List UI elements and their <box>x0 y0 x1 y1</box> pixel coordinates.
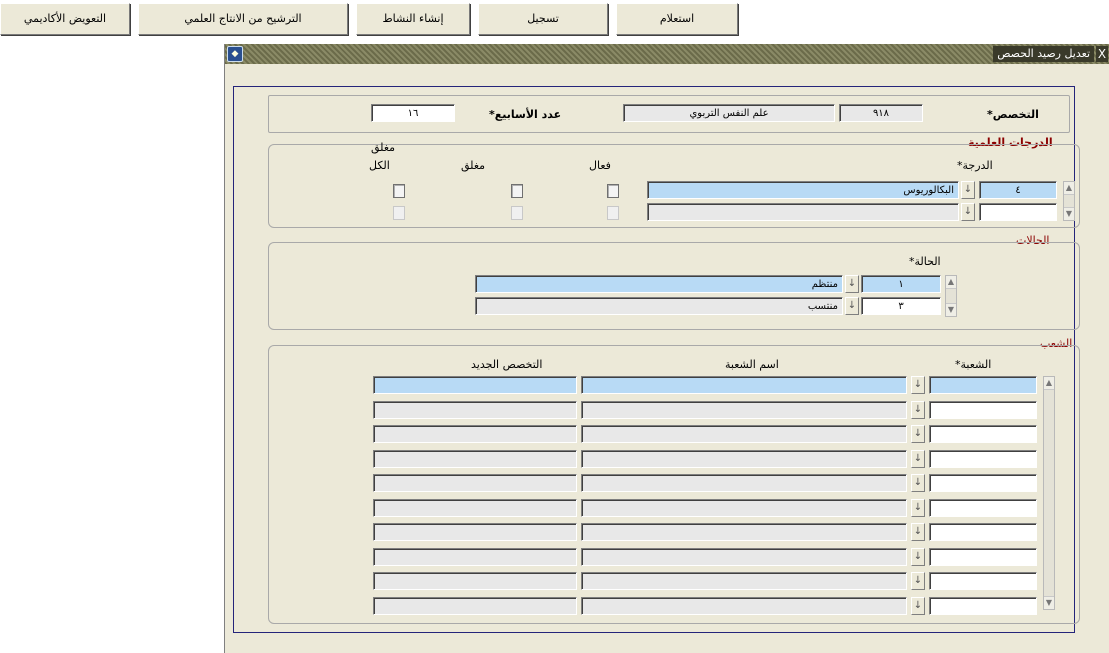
lov-icon[interactable]: ↓ <box>845 275 859 293</box>
lov-icon[interactable]: ↓ <box>911 596 925 615</box>
weeks-field[interactable]: ١٦ <box>371 104 455 122</box>
group-code-field[interactable] <box>929 572 1037 590</box>
group-code-field[interactable] <box>929 596 1037 615</box>
group-name-field <box>581 400 907 419</box>
group-code-field[interactable] <box>929 498 1037 517</box>
group-name-field <box>581 498 907 517</box>
lov-icon[interactable]: ↓ <box>845 297 859 315</box>
group-code-field[interactable] <box>929 474 1037 492</box>
group-name-field <box>581 474 907 492</box>
specialty-name-field: علم النفس التربوي <box>623 104 835 122</box>
new-specialty-field <box>373 547 577 566</box>
group-name-field <box>581 449 907 468</box>
lov-icon[interactable]: ↓ <box>961 181 975 199</box>
new-specialty-field <box>373 498 577 517</box>
lov-icon[interactable]: ↓ <box>911 425 925 443</box>
weeks-label: عدد الأسابيع* <box>489 108 562 121</box>
save-button[interactable]: تسجيل <box>478 3 608 35</box>
status-code-field[interactable]: ١ <box>861 275 941 293</box>
group-code-field[interactable] <box>929 449 1037 468</box>
closed-checkbox[interactable] <box>511 184 523 198</box>
new-specialty-field <box>373 425 577 443</box>
lov-icon[interactable]: ↓ <box>911 572 925 590</box>
groups-panel: الشعبة* اسم الشعبة التخصص الجديد ▲ ▼ ↓ ↓ ↓… <box>268 345 1080 624</box>
status-code-field[interactable]: ٣ <box>861 297 941 315</box>
new-specialty-field <box>373 400 577 419</box>
group-column-label: الشعبة* <box>955 358 992 371</box>
header-panel: التخصص* ٩١٨ علم النفس التربوي عدد الأساب… <box>268 95 1070 133</box>
new-specialty-column-label: التخصص الجديد <box>471 358 543 371</box>
degree-name-field: البكالوريوس <box>647 181 959 199</box>
all-column-label: الكل <box>369 159 390 172</box>
lov-icon[interactable]: ↓ <box>911 523 925 541</box>
group-code-field[interactable] <box>929 376 1037 394</box>
lov-icon[interactable]: ↓ <box>911 400 925 419</box>
lov-icon[interactable]: ↓ <box>961 203 975 221</box>
degree-column-label: الدرجة* <box>957 159 993 172</box>
group-name-field <box>581 572 907 590</box>
new-specialty-field <box>373 523 577 541</box>
group-name-field <box>581 425 907 443</box>
group-code-field[interactable] <box>929 547 1037 566</box>
window-titlebar[interactable]: ◆ تعديل رصيد الحصص X <box>225 44 1109 64</box>
degree-code-field[interactable]: ٤ <box>979 181 1057 199</box>
edit-balance-window: ◆ تعديل رصيد الحصص X التخصص* ٩١٨ علم الن… <box>224 44 1109 653</box>
status-column-label: الحالة* <box>909 255 941 268</box>
active-checkbox[interactable] <box>607 184 619 198</box>
all-checkbox[interactable] <box>393 206 405 220</box>
promotion-nomination-button[interactable]: الترشيح من الانتاج العلمي <box>138 3 348 35</box>
close-icon[interactable]: X <box>1096 46 1108 62</box>
group-code-field[interactable] <box>929 400 1037 419</box>
new-specialty-field <box>373 474 577 492</box>
status-scrollbar[interactable]: ▲ ▼ <box>945 275 957 317</box>
groups-scrollbar[interactable]: ▲ ▼ <box>1043 376 1055 610</box>
degrees-scrollbar[interactable]: ▲ ▼ <box>1063 181 1075 221</box>
lov-icon[interactable]: ↓ <box>911 376 925 394</box>
degree-code-field[interactable] <box>979 203 1057 221</box>
new-specialty-field <box>373 596 577 615</box>
degree-name-field <box>647 203 959 221</box>
status-panel: الحالة* ▲ ▼ ١ ↓ منتظم ٣ ↓ منتسب <box>268 242 1080 330</box>
closed-group-label: مغلق <box>371 141 396 154</box>
specialty-label: التخصص* <box>987 108 1039 121</box>
group-code-field[interactable] <box>929 523 1037 541</box>
lov-icon[interactable]: ↓ <box>911 449 925 468</box>
status-name-field: منتسب <box>475 297 843 315</box>
scroll-up-icon[interactable]: ▲ <box>946 276 956 289</box>
group-name-field <box>581 547 907 566</box>
scroll-up-icon[interactable]: ▲ <box>1044 377 1054 390</box>
lov-icon[interactable]: ↓ <box>911 474 925 492</box>
status-name-field: منتظم <box>475 275 843 293</box>
specialty-code-field[interactable]: ٩١٨ <box>839 104 923 122</box>
lov-icon[interactable]: ↓ <box>911 547 925 566</box>
scroll-up-icon[interactable]: ▲ <box>1064 182 1074 195</box>
active-checkbox[interactable] <box>607 206 619 220</box>
new-specialty-field <box>373 449 577 468</box>
scroll-down-icon[interactable]: ▼ <box>1064 207 1074 220</box>
group-name-field <box>581 596 907 615</box>
degrees-panel: الدرجة* فعال مغلق مغلق الكل ▲ ▼ ٤ ↓ البك… <box>268 141 1080 228</box>
query-button[interactable]: استعلام <box>616 3 738 35</box>
all-checkbox[interactable] <box>393 184 405 198</box>
new-specialty-field <box>373 572 577 590</box>
group-name-field <box>581 523 907 541</box>
group-name-field <box>581 376 907 394</box>
lov-icon[interactable]: ↓ <box>911 498 925 517</box>
group-name-column-label: اسم الشعبة <box>725 358 779 371</box>
create-activity-button[interactable]: إنشاء النشاط <box>356 3 470 35</box>
form-frame: التخصص* ٩١٨ علم النفس التربوي عدد الأساب… <box>233 86 1080 633</box>
new-specialty-field <box>373 376 577 394</box>
window-title: تعديل رصيد الحصص <box>993 46 1094 62</box>
active-column-label: فعال <box>589 159 611 172</box>
scroll-down-icon[interactable]: ▼ <box>946 303 956 316</box>
scroll-down-icon[interactable]: ▼ <box>1044 596 1054 609</box>
group-code-field[interactable] <box>929 425 1037 443</box>
closed-checkbox[interactable] <box>511 206 523 220</box>
app-icon: ◆ <box>227 46 243 62</box>
closed-column-label: مغلق <box>461 159 486 172</box>
academic-delegation-button[interactable]: التعويض الأكاديمي <box>0 3 130 35</box>
